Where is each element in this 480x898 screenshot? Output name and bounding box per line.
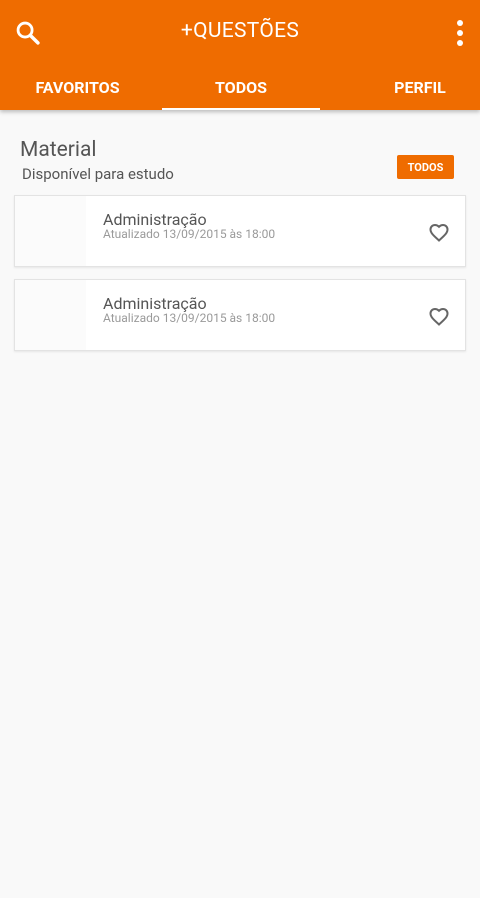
list-item[interactable]: Administração Atualizado 13/09/2015 às 1… (14, 195, 466, 267)
tab-bar: FAVORITOS TODOS PERFIL (0, 65, 480, 110)
tab-favoritos[interactable]: FAVORITOS (0, 65, 155, 110)
overflow-menu-button[interactable] (448, 16, 472, 50)
app-title: +QUESTÕES (180, 19, 300, 43)
item-updated: Atualizado 13/09/2015 às 18:00 (103, 227, 276, 241)
item-thumbnail (15, 196, 86, 266)
app-bar: +QUESTÕES FAVORITOS TODOS PERFIL (0, 0, 480, 110)
more-vert-icon (457, 20, 463, 46)
tab-perfil[interactable]: PERFIL (360, 65, 480, 110)
heart-outline-icon (429, 223, 449, 242)
favorite-button[interactable] (427, 220, 451, 244)
toolbar: +QUESTÕES (0, 0, 480, 65)
filter-todos-button[interactable]: TODOS (397, 155, 454, 179)
heart-outline-icon (429, 307, 449, 326)
tab-todos[interactable]: TODOS (162, 65, 320, 110)
section-subtitle: Disponível para estudo (22, 165, 174, 183)
item-thumbnail (15, 280, 86, 350)
favorite-button[interactable] (427, 304, 451, 328)
list-item[interactable]: Administração Atualizado 13/09/2015 às 1… (14, 279, 466, 351)
item-updated: Atualizado 13/09/2015 às 18:00 (103, 311, 276, 325)
tab-indicator (162, 108, 320, 110)
section-title: Material (20, 138, 97, 162)
